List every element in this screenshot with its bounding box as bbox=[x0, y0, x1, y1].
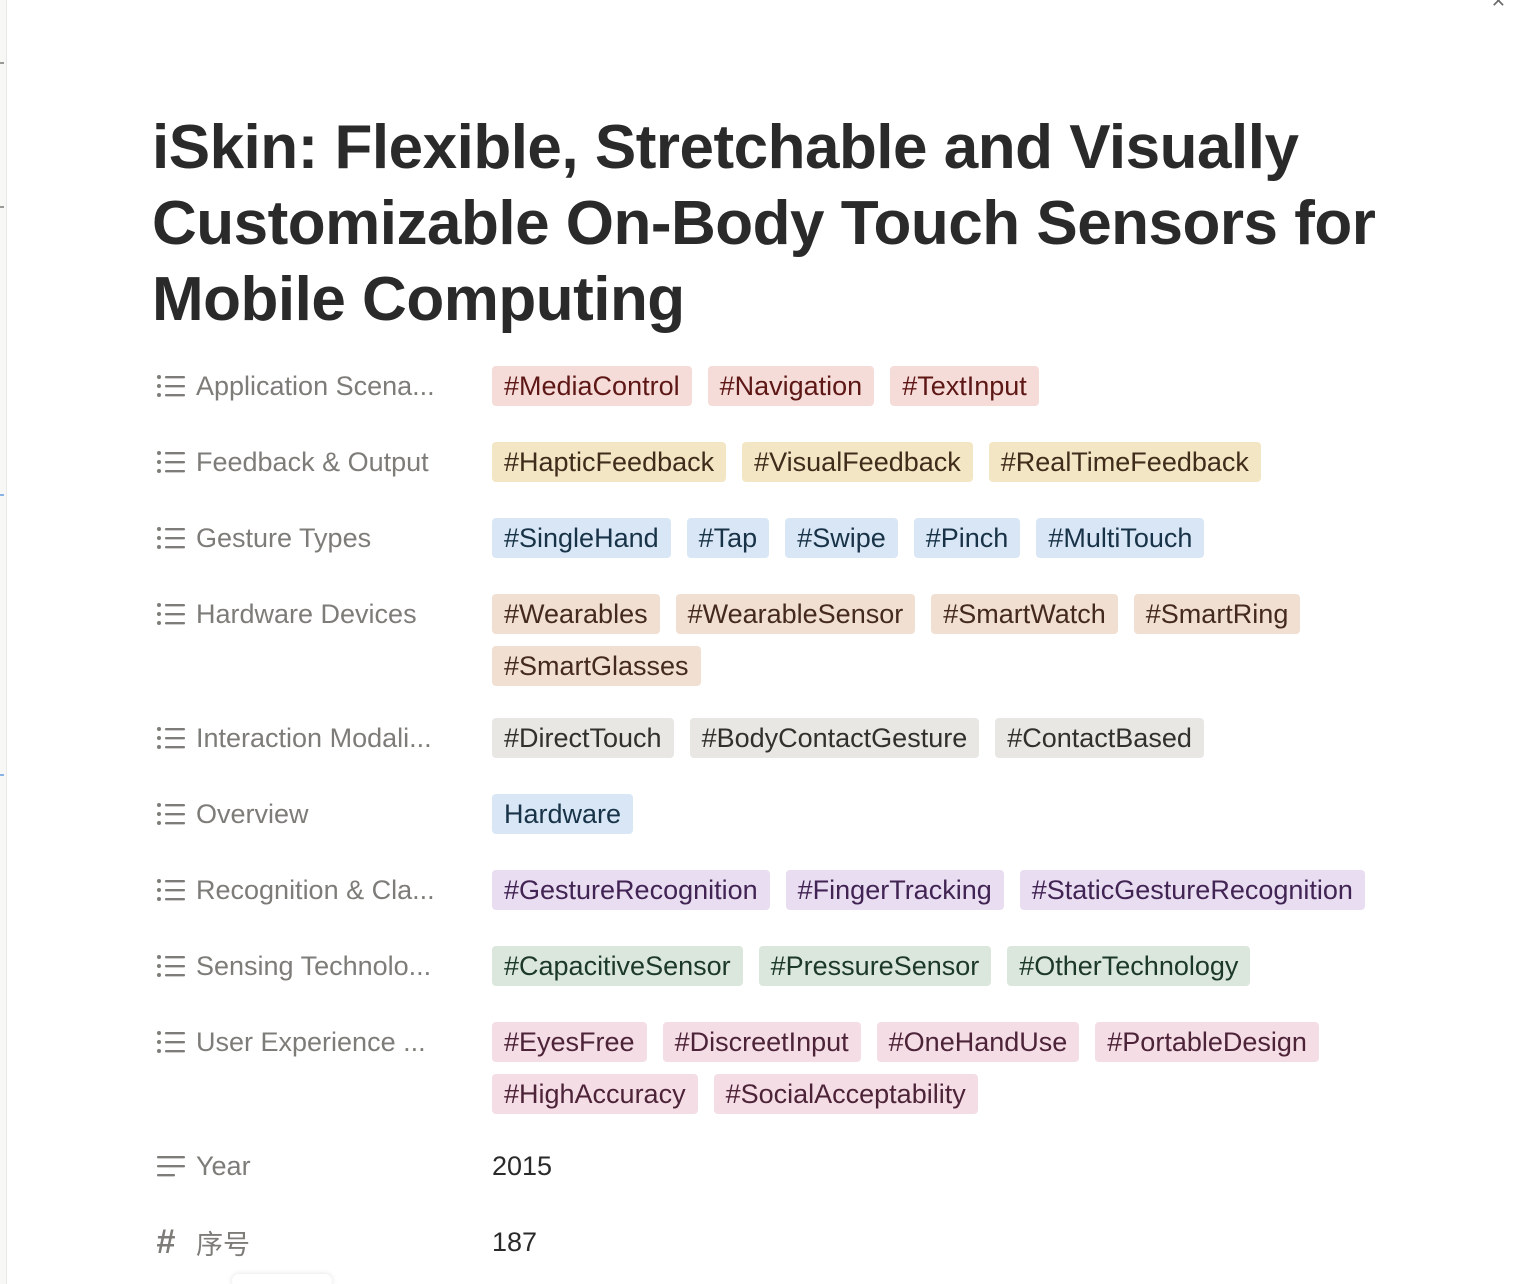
property-label-year[interactable]: Year bbox=[152, 1142, 492, 1190]
year-value: 2015 bbox=[492, 1151, 553, 1181]
property-name: User Experience ... bbox=[196, 1026, 426, 1057]
property-label-feedback-output[interactable]: Feedback & Output bbox=[152, 438, 492, 486]
property-row: # 序号 187 bbox=[152, 1218, 1492, 1266]
page-title[interactable]: iSkin: Flexible, Stretchable and Visuall… bbox=[152, 110, 1482, 338]
tag[interactable]: #PressureSensor bbox=[758, 946, 992, 986]
property-name: Sensing Technolo... bbox=[196, 950, 432, 981]
tag[interactable]: #HapticFeedback bbox=[492, 442, 727, 482]
tag[interactable]: #SocialAcceptability bbox=[713, 1074, 978, 1114]
list-icon bbox=[156, 801, 190, 827]
tag[interactable]: #WearableSensor bbox=[675, 594, 916, 634]
tag[interactable]: #SmartRing bbox=[1133, 594, 1301, 634]
property-label-user-experience[interactable]: User Experience ... bbox=[152, 1018, 492, 1066]
tag[interactable]: #HighAccuracy bbox=[492, 1074, 698, 1114]
property-value[interactable]: #CapacitiveSensor #PressureSensor #OtherTe… bbox=[492, 942, 1492, 986]
tag[interactable]: #FingerTracking bbox=[785, 870, 1004, 910]
property-label-interaction-modali[interactable]: Interaction Modali... bbox=[152, 714, 492, 762]
tag[interactable]: #PortableDesign bbox=[1095, 1022, 1319, 1062]
list-icon bbox=[156, 953, 190, 979]
property-value[interactable]: 187 bbox=[492, 1218, 1492, 1262]
tag[interactable]: #DiscreetInput bbox=[662, 1022, 861, 1062]
property-value[interactable]: #MediaControl #Navigation #TextInput bbox=[492, 362, 1492, 406]
tag[interactable]: #OneHandUse bbox=[876, 1022, 1080, 1062]
property-row: Hardware Devices #Wearables #WearableSenso… bbox=[152, 590, 1492, 686]
tag[interactable]: #SmartWatch bbox=[931, 594, 1118, 634]
tag[interactable]: #BodyContactGesture bbox=[689, 718, 980, 758]
property-name: Feedback & Output bbox=[196, 446, 429, 477]
tag[interactable]: #StaticGestureRecognition bbox=[1019, 870, 1365, 910]
property-value[interactable]: #SingleHand #Tap #Swipe #Pinch #MultiTouch bbox=[492, 514, 1492, 558]
index-value: 187 bbox=[492, 1227, 538, 1257]
property-name: Gesture Types bbox=[196, 522, 372, 553]
property-value[interactable]: #GestureRecognition #FingerTracking #Stati… bbox=[492, 866, 1492, 910]
property-name: Overview bbox=[196, 798, 309, 829]
tag[interactable]: #CapacitiveSensor bbox=[492, 946, 743, 986]
sidebar-edge-mark bbox=[0, 774, 4, 776]
tag[interactable]: #ContactBased bbox=[995, 718, 1204, 758]
tag[interactable]: #Swipe bbox=[785, 518, 898, 558]
property-row: Feedback & Output #HapticFeedback #VisualF… bbox=[152, 438, 1492, 486]
tag[interactable]: #DirectTouch bbox=[492, 718, 674, 758]
property-name: Application Scena... bbox=[196, 370, 435, 401]
sidebar-edge-mark bbox=[0, 62, 4, 64]
property-value[interactable]: 2015 bbox=[492, 1142, 1492, 1186]
tag[interactable]: #Wearables bbox=[492, 594, 660, 634]
property-row: Overview Hardware bbox=[152, 790, 1492, 838]
list-icon bbox=[156, 525, 190, 551]
property-value[interactable]: #EyesFree #DiscreetInput #OneHandUse #Porta… bbox=[492, 1018, 1492, 1114]
property-name: Interaction Modali... bbox=[196, 722, 432, 753]
scroll-indicator[interactable] bbox=[232, 1274, 332, 1284]
tag[interactable]: Hardware bbox=[492, 794, 634, 834]
tag[interactable]: #GestureRecognition bbox=[492, 870, 770, 910]
list-icon bbox=[156, 601, 190, 627]
tag[interactable]: #Navigation bbox=[707, 366, 875, 406]
property-row: Sensing Technolo... #CapacitiveSensor #Pre… bbox=[152, 942, 1492, 990]
tag[interactable]: #TextInput bbox=[890, 366, 1039, 406]
properties-panel: Application Scena... #MediaControl #Naviga… bbox=[152, 362, 1492, 1284]
tag[interactable]: #VisualFeedback bbox=[742, 442, 973, 482]
property-row: Recognition & Cla... #GestureRecognition #… bbox=[152, 866, 1492, 914]
tag[interactable]: #Tap bbox=[686, 518, 770, 558]
property-label-overview[interactable]: Overview bbox=[152, 790, 492, 838]
property-label-index[interactable]: # 序号 bbox=[152, 1218, 492, 1266]
number-hash-icon: # bbox=[156, 1223, 175, 1261]
property-value[interactable]: #DirectTouch #BodyContactGesture #ContactB… bbox=[492, 714, 1492, 758]
property-label-application-scena[interactable]: Application Scena... bbox=[152, 362, 492, 410]
list-icon bbox=[156, 373, 190, 399]
property-label-sensing-technolo[interactable]: Sensing Technolo... bbox=[152, 942, 492, 990]
property-row: Application Scena... #MediaControl #Naviga… bbox=[152, 362, 1492, 410]
tag[interactable]: #SingleHand bbox=[492, 518, 671, 558]
property-row: User Experience ... #EyesFree #DiscreetInp… bbox=[152, 1018, 1492, 1114]
property-name: Hardware Devices bbox=[196, 598, 417, 629]
tag[interactable]: #MediaControl bbox=[492, 366, 692, 406]
list-icon bbox=[156, 449, 190, 475]
property-name: Recognition & Cla... bbox=[196, 874, 435, 905]
property-label-hardware-devices[interactable]: Hardware Devices bbox=[152, 590, 492, 638]
list-icon bbox=[156, 1029, 190, 1055]
tag[interactable]: #RealTimeFeedback bbox=[988, 442, 1261, 482]
sidebar-edge-mark bbox=[0, 206, 4, 208]
sidebar-edge bbox=[0, 0, 7, 1284]
tag[interactable]: #MultiTouch bbox=[1036, 518, 1205, 558]
tag[interactable]: #OtherTechnology bbox=[1007, 946, 1251, 986]
list-icon bbox=[156, 725, 190, 751]
property-name: 序号 bbox=[196, 1229, 250, 1260]
property-label-gesture-types[interactable]: Gesture Types bbox=[152, 514, 492, 562]
property-value[interactable]: #HapticFeedback #VisualFeedback #RealTimeF… bbox=[492, 438, 1492, 482]
sidebar-edge-mark bbox=[0, 494, 4, 496]
tag[interactable]: #SmartGlasses bbox=[492, 646, 701, 686]
close-icon[interactable]: ✕ bbox=[1491, 0, 1506, 10]
property-row: Interaction Modali... #DirectTouch #BodyCo… bbox=[152, 714, 1492, 762]
tag[interactable]: #EyesFree bbox=[492, 1022, 647, 1062]
list-icon bbox=[156, 877, 190, 903]
tag[interactable]: #Pinch bbox=[913, 518, 1021, 558]
property-label-recognition-cla[interactable]: Recognition & Cla... bbox=[152, 866, 492, 914]
property-value[interactable]: Hardware bbox=[492, 790, 1492, 834]
property-name: Year bbox=[196, 1150, 251, 1181]
property-row: Gesture Types #SingleHand #Tap #Swipe #Pinch… bbox=[152, 514, 1492, 562]
text-lines-icon bbox=[156, 1153, 190, 1179]
property-value[interactable]: #Wearables #WearableSensor #SmartWatch #Sma… bbox=[492, 590, 1492, 686]
property-row: Year 2015 bbox=[152, 1142, 1492, 1190]
